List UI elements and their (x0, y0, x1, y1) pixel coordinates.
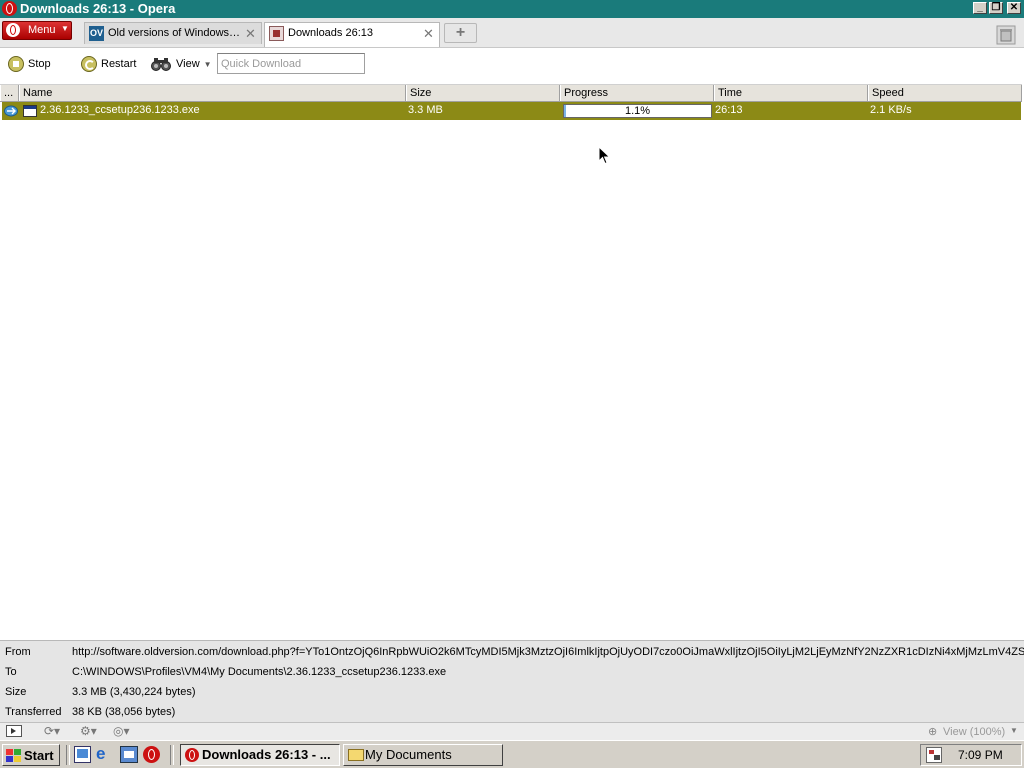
zoom-icon: ⊕ (928, 726, 938, 738)
chevron-down-icon[interactable]: ▼ (1010, 726, 1018, 735)
download-time: 26:13 (715, 104, 743, 116)
tab-old-versions[interactable]: OV Old versions of Windows… ✕ (84, 22, 262, 44)
column-header-speed[interactable]: Speed (868, 85, 1022, 101)
downloads-page-icon (269, 26, 284, 41)
taskbar-separator (66, 745, 70, 765)
progress-text: 1.1% (624, 105, 651, 117)
browser-status-bar: ⟳▾ ⚙▾ ◎▾ ⊕ View (100%) ▼ (0, 722, 1024, 741)
opera-logo-icon (2, 1, 17, 16)
to-path[interactable]: C:\WINDOWS\Profiles\VM4\My Documents\2.3… (72, 666, 446, 678)
binoculars-icon (151, 58, 171, 71)
outlook-express-icon[interactable] (120, 746, 138, 763)
transferred-label: Transferred (5, 706, 62, 718)
opera-icon (185, 748, 199, 762)
show-desktop-icon[interactable] (74, 746, 91, 763)
restart-icon (81, 56, 97, 72)
chevron-down-icon: ▼ (203, 59, 212, 69)
windows-taskbar: Start e Downloads 26:13 - ... My Documen… (0, 740, 1024, 768)
tab-label: Downloads 26:13 (288, 27, 374, 39)
column-header-progress[interactable]: Progress (560, 85, 714, 101)
taskbar-separator (170, 745, 174, 765)
taskbar-button-my-documents[interactable]: My Documents (343, 744, 503, 766)
minimize-button[interactable]: _ (973, 2, 987, 14)
close-tab-icon[interactable]: ✕ (423, 26, 434, 42)
quick-download-input[interactable] (217, 53, 365, 74)
stop-button[interactable]: Stop (8, 54, 51, 74)
from-url[interactable]: http://software.oldversion.com/download.… (72, 646, 1024, 658)
start-button[interactable]: Start (2, 744, 60, 766)
start-label: Start (24, 748, 54, 763)
turbo-icon[interactable]: ◎▾ (113, 724, 130, 738)
exe-file-icon (23, 105, 37, 117)
maximize-button[interactable]: ❐ (989, 2, 1003, 14)
transferred-value: 38 KB (38,056 bytes) (72, 706, 176, 718)
download-details-panel: From http://software.oldversion.com/down… (0, 640, 1024, 723)
sync-icon[interactable]: ⟳▾ (44, 724, 60, 738)
tab-downloads[interactable]: Downloads 26:13 ✕ (264, 22, 440, 47)
clock[interactable]: 7:09 PM (958, 748, 1003, 762)
windows-logo-icon (6, 749, 21, 762)
column-header-more[interactable]: ... (0, 85, 19, 101)
zoom-level[interactable]: View (100%) (943, 726, 1005, 738)
opera-o-icon (6, 23, 20, 37)
close-tab-icon[interactable]: ✕ (245, 26, 256, 42)
restart-button[interactable]: Restart (81, 54, 136, 74)
opera-quicklaunch-icon[interactable] (143, 746, 160, 763)
size-label: Size (5, 686, 27, 698)
tab-label: Old versions of Windows… (108, 27, 241, 39)
task-label: Downloads 26:13 - ... (202, 747, 331, 762)
stop-label: Stop (28, 58, 51, 70)
tab-bar: Menu ▼ OV Old versions of Windows… ✕ Dow… (0, 18, 1024, 48)
column-header-time[interactable]: Time (714, 85, 868, 101)
stop-icon (8, 56, 24, 72)
restart-label: Restart (101, 58, 137, 70)
download-row[interactable]: 2.36.1233_ccsetup236.1233.exe 3.3 MB 26:… (2, 102, 1021, 120)
to-label: To (5, 666, 17, 678)
chevron-down-icon: ▼ (61, 24, 69, 33)
trash-icon[interactable] (996, 25, 1016, 45)
ov-site-icon: OV (89, 26, 104, 41)
taskbar-button-downloads[interactable]: Downloads 26:13 - ... (180, 744, 340, 766)
transferring-icon (4, 105, 18, 117)
new-tab-button[interactable]: + (444, 23, 477, 43)
opera-menu-button[interactable]: Menu ▼ (2, 21, 72, 40)
menu-label: Menu (28, 24, 56, 36)
window-title: Downloads 26:13 - Opera (20, 1, 176, 16)
system-tray: 7:09 PM (920, 744, 1022, 766)
view-label: View (176, 58, 200, 70)
from-label: From (5, 646, 31, 658)
folder-icon (348, 749, 364, 761)
column-header-name[interactable]: Name (19, 85, 406, 101)
panel-toggle-icon[interactable] (6, 725, 22, 737)
column-header-size[interactable]: Size (406, 85, 560, 101)
size-value: 3.3 MB (3,430,224 bytes) (72, 686, 196, 698)
download-name: 2.36.1233_ccsetup236.1233.exe (40, 104, 200, 116)
mouse-cursor-icon (598, 146, 611, 165)
task-label: My Documents (365, 747, 452, 762)
unite-icon[interactable]: ⚙▾ (80, 724, 97, 738)
downloads-toolbar: Stop Restart View ▼ (0, 48, 1024, 80)
network-icon[interactable] (926, 747, 942, 763)
close-window-button[interactable]: ✕ (1007, 2, 1021, 14)
downloads-list-header: ... Name Size Progress Time Speed (0, 84, 1022, 102)
download-progress-bar: 1.1% (563, 104, 712, 118)
download-speed: 2.1 KB/s (870, 104, 912, 116)
view-button[interactable]: View ▼ (150, 54, 212, 74)
internet-explorer-icon[interactable]: e (96, 745, 114, 763)
download-size: 3.3 MB (408, 104, 443, 116)
window-title-bar[interactable]: Downloads 26:13 - Opera _ ❐ ✕ (0, 0, 1024, 18)
